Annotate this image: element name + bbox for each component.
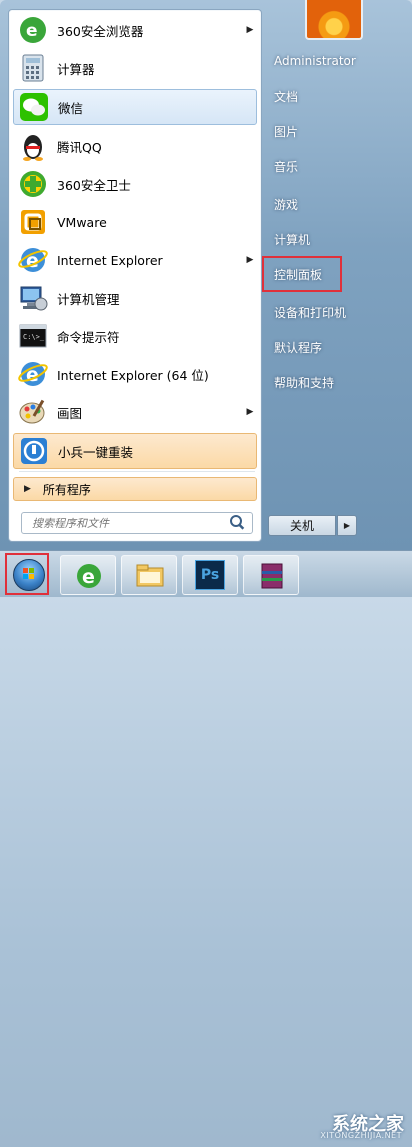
photoshop-taskbar-button[interactable]: Ps <box>182 555 238 595</box>
right-item-label: 图片 <box>274 124 299 139</box>
menu-item-calculator[interactable]: 计算器 <box>13 50 257 86</box>
folder-icon <box>134 560 166 595</box>
menu-item-label: 微信 <box>58 100 84 116</box>
menu-item-qq[interactable]: 腾讯QQ <box>13 128 257 164</box>
reinstall-tool-icon <box>18 435 50 467</box>
computer-management-icon <box>17 282 49 314</box>
winrar-taskbar-button[interactable] <box>243 555 299 595</box>
vmware-icon <box>17 206 49 238</box>
menu-item-label: 命令提示符 <box>57 329 120 345</box>
menu-item-label: 360安全卫士 <box>57 177 131 193</box>
menu-item-360-browser[interactable]: e 360安全浏览器 ▶ <box>13 12 257 48</box>
menu-item-label: 小兵一键重装 <box>58 444 134 460</box>
menu-item-vmware[interactable]: VMware <box>13 204 257 240</box>
calculator-icon <box>17 52 49 84</box>
menu-item-label: 360安全浏览器 <box>57 23 144 39</box>
submenu-arrow-icon[interactable]: ▶ <box>243 255 257 265</box>
menu-item-cmd[interactable]: C:\>_ 命令提示符 <box>13 318 257 354</box>
paint-icon <box>17 396 49 428</box>
menu-item-label: VMware <box>57 214 107 230</box>
svg-text:e: e <box>82 566 95 588</box>
documents-link[interactable]: 文档 <box>264 82 402 110</box>
menu-item-label: 计算器 <box>57 61 95 77</box>
shutdown-button[interactable]: 关机 <box>268 515 336 536</box>
help-support-link[interactable]: 帮助和支持 <box>264 368 402 396</box>
start-menu: e 360安全浏览器 ▶ 计算器 微信 腾讯QQ 360安全卫士 VMware … <box>0 0 412 550</box>
windows-logo-icon <box>13 559 45 591</box>
wechat-icon <box>18 91 50 123</box>
ie-taskbar-button[interactable]: e <box>60 555 116 595</box>
right-item-label: 帮助和支持 <box>274 375 335 390</box>
programs-panel: e 360安全浏览器 ▶ 计算器 微信 腾讯QQ 360安全卫士 VMware … <box>8 9 262 542</box>
menu-item-wechat[interactable]: 微信 <box>13 89 257 125</box>
watermark-sub: XITONGZHIJIA.NET <box>320 1131 402 1140</box>
qq-penguin-icon <box>17 130 49 162</box>
menu-item-computer-management[interactable]: 计算机管理 <box>13 280 257 316</box>
menu-item-label: 画图 <box>57 405 83 421</box>
music-link[interactable]: 音乐 <box>264 152 402 180</box>
all-programs-label: 所有程序 <box>42 482 91 497</box>
computer-link[interactable]: 计算机 <box>264 225 402 253</box>
right-item-label: 音乐 <box>274 159 299 174</box>
search-box[interactable] <box>21 512 253 534</box>
menu-item-label: 腾讯QQ <box>57 139 102 155</box>
360-guard-icon <box>17 168 49 200</box>
right-item-label: Administrator <box>274 54 356 68</box>
divider <box>19 471 255 472</box>
chevron-right-icon: ▶ <box>343 521 351 530</box>
devices-printers-link[interactable]: 设备和打印机 <box>264 298 402 326</box>
menu-item-label: Internet Explorer <box>57 252 163 268</box>
menu-item-360-guard[interactable]: 360安全卫士 <box>13 166 257 202</box>
expand-arrow-icon: ▶ <box>24 484 31 494</box>
right-item-label: 设备和打印机 <box>274 305 347 320</box>
shutdown-label: 关机 <box>289 519 314 533</box>
menu-item-internet-explorer[interactable]: e Internet Explorer ▶ <box>13 242 257 278</box>
explorer-taskbar-button[interactable] <box>121 555 177 595</box>
svg-text:e: e <box>26 21 38 41</box>
right-item-label: 默认程序 <box>274 340 323 355</box>
watermark: 系统之家 XITONGZHIJIA.NET <box>240 1099 412 1147</box>
360-browser-icon: e <box>17 14 49 46</box>
user-name-link[interactable]: Administrator <box>264 47 402 75</box>
games-link[interactable]: 游戏 <box>264 190 402 218</box>
user-picture[interactable] <box>305 0 363 40</box>
taskbar: e Ps 系统之家 XITONGZHIJIA.NET <box>0 550 412 1140</box>
right-item-label: 游戏 <box>274 197 299 212</box>
all-programs-button[interactable]: ▶ 所有程序 <box>13 477 257 501</box>
menu-item-label: Internet Explorer (64 位) <box>57 367 209 383</box>
ie-icon: e <box>73 560 105 595</box>
start-button[interactable] <box>5 553 49 595</box>
submenu-arrow-icon[interactable]: ▶ <box>243 407 257 417</box>
shutdown-options-button[interactable]: ▶ <box>337 515 357 536</box>
photoshop-icon: Ps <box>195 560 225 590</box>
default-programs-link[interactable]: 默认程序 <box>264 333 402 361</box>
pictures-link[interactable]: 图片 <box>264 117 402 145</box>
menu-item-paint[interactable]: 画图 ▶ <box>13 394 257 430</box>
archive-icon <box>256 560 288 595</box>
search-input[interactable] <box>30 515 228 531</box>
menu-item-internet-explorer-64[interactable]: e Internet Explorer (64 位) <box>13 356 257 392</box>
ie-icon: e <box>17 244 49 276</box>
ie-icon: e <box>17 358 49 390</box>
menu-item-label: 计算机管理 <box>57 291 120 307</box>
menu-item-reinstall-tool[interactable]: 小兵一键重装 <box>13 433 257 469</box>
right-item-label: 文档 <box>274 89 299 104</box>
search-icon[interactable] <box>228 513 248 533</box>
right-item-label: 计算机 <box>274 232 311 247</box>
control-panel-highlight <box>262 256 342 292</box>
submenu-arrow-icon[interactable]: ▶ <box>243 25 257 35</box>
cmd-icon: C:\>_ <box>17 320 49 352</box>
svg-text:C:\>_: C:\>_ <box>23 333 45 341</box>
